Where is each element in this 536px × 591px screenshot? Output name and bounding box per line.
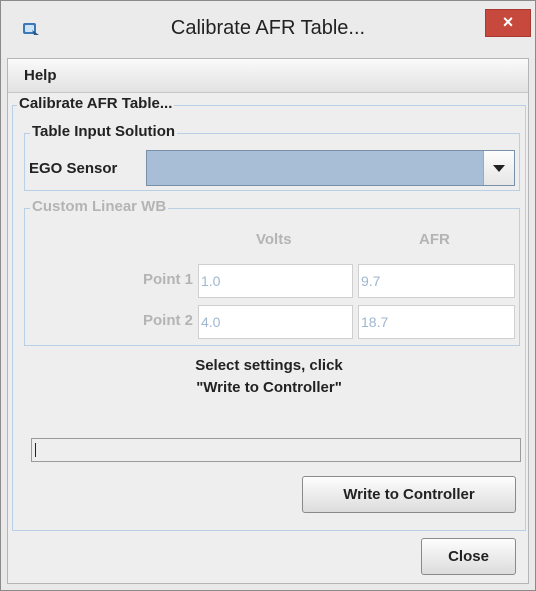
afr-column-header: AFR <box>419 231 450 248</box>
window-title: Calibrate AFR Table... <box>170 17 366 39</box>
custom-wb-title: Custom Linear WB <box>30 198 169 215</box>
menu-help[interactable]: Help <box>24 67 57 84</box>
progress-bar <box>31 438 521 462</box>
point1-afr-field[interactable]: 9.7 <box>358 264 515 298</box>
point1-label: Point 1 <box>142 271 193 288</box>
point2-label: Point 2 <box>142 312 193 329</box>
chevron-down-icon <box>493 165 505 172</box>
instruction-line-1: Select settings, click <box>195 357 343 374</box>
title-bar[interactable]: Calibrate AFR Table... × <box>1 1 535 58</box>
volts-column-header: Volts <box>256 231 292 248</box>
point1-volts-field[interactable]: 1.0 <box>198 264 353 298</box>
ego-sensor-dropdown[interactable] <box>146 150 515 186</box>
close-icon: × <box>502 12 514 32</box>
window-close-button[interactable]: × <box>485 9 531 37</box>
dropdown-arrow-button[interactable] <box>483 151 514 185</box>
ego-sensor-label: EGO Sensor <box>29 160 118 177</box>
dialog-window: Calibrate AFR Table... × Help Calibrate … <box>0 0 536 591</box>
point2-volts-field[interactable]: 4.0 <box>198 305 353 339</box>
menu-bar: Help <box>8 59 528 93</box>
point2-afr-field[interactable]: 18.7 <box>358 305 515 339</box>
close-button[interactable]: Close <box>421 538 516 575</box>
instruction-message: Select settings, click "Write to Control… <box>1 355 535 399</box>
write-to-controller-button[interactable]: Write to Controller <box>302 476 516 513</box>
progress-caret <box>35 443 36 457</box>
calibrate-group-title: Calibrate AFR Table... <box>17 95 175 112</box>
input-solution-title: Table Input Solution <box>30 123 178 140</box>
instruction-line-2: "Write to Controller" <box>196 379 342 396</box>
